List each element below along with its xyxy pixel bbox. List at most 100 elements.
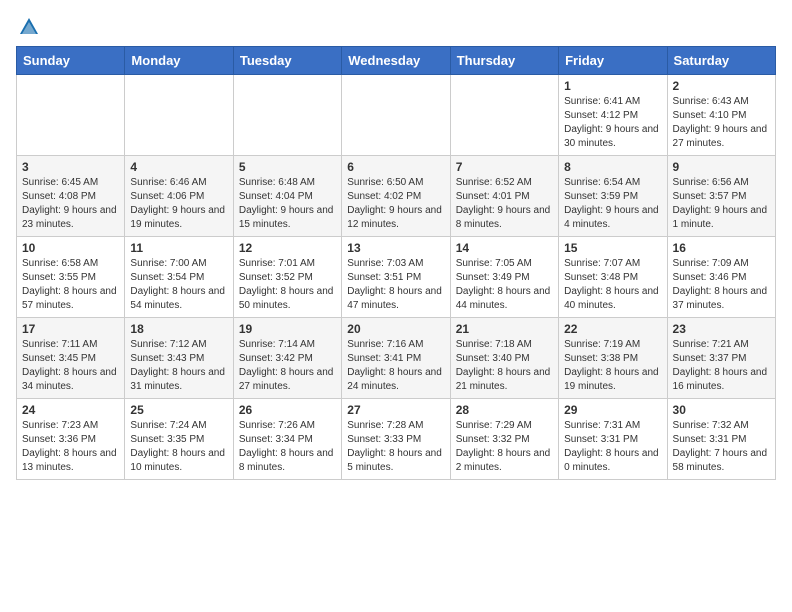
calendar-header-friday: Friday	[559, 47, 667, 75]
day-info: Sunrise: 6:43 AM Sunset: 4:10 PM Dayligh…	[673, 95, 770, 151]
calendar-week-row: 10 Sunrise: 6:58 AM Sunset: 3:55 PM Dayli…	[17, 237, 776, 318]
day-number: 27	[347, 403, 444, 417]
day-number: 24	[22, 403, 119, 417]
day-number: 6	[347, 160, 444, 174]
day-info: Sunrise: 7:11 AM Sunset: 3:45 PM Dayligh…	[22, 338, 119, 394]
calendar-cell: 25 Sunrise: 7:24 AM Sunset: 3:35 PM Dayli…	[125, 399, 233, 480]
day-info: Sunrise: 7:09 AM Sunset: 3:46 PM Dayligh…	[673, 257, 770, 313]
day-info: Sunrise: 6:41 AM Sunset: 4:12 PM Dayligh…	[564, 95, 661, 151]
day-info: Sunrise: 7:31 AM Sunset: 3:31 PM Dayligh…	[564, 419, 661, 475]
calendar-cell: 8 Sunrise: 6:54 AM Sunset: 3:59 PM Daylig…	[559, 156, 667, 237]
day-info: Sunrise: 7:24 AM Sunset: 3:35 PM Dayligh…	[130, 419, 227, 475]
calendar-cell: 30 Sunrise: 7:32 AM Sunset: 3:31 PM Dayli…	[667, 399, 775, 480]
day-number: 17	[22, 322, 119, 336]
calendar-cell: 24 Sunrise: 7:23 AM Sunset: 3:36 PM Dayli…	[17, 399, 125, 480]
day-number: 8	[564, 160, 661, 174]
header	[16, 16, 776, 38]
calendar-cell: 20Sunrise: 7:16 AM Sunset: 3:41 PM Dayli…	[342, 318, 450, 399]
calendar-cell: 2 Sunrise: 6:43 AM Sunset: 4:10 PM Daylig…	[667, 75, 775, 156]
calendar-cell: 5 Sunrise: 6:48 AM Sunset: 4:04 PM Daylig…	[233, 156, 341, 237]
calendar-cell: 19 Sunrise: 7:14 AM Sunset: 3:42 PM Dayli…	[233, 318, 341, 399]
day-info: Sunrise: 6:48 AM Sunset: 4:04 PM Dayligh…	[239, 176, 336, 232]
calendar-cell: 1 Sunrise: 6:41 AM Sunset: 4:12 PM Daylig…	[559, 75, 667, 156]
day-number: 22	[564, 322, 661, 336]
day-number: 19	[239, 322, 336, 336]
calendar-cell: 10 Sunrise: 6:58 AM Sunset: 3:55 PM Dayli…	[17, 237, 125, 318]
day-info: Sunrise: 6:56 AM Sunset: 3:57 PM Dayligh…	[673, 176, 770, 232]
calendar-cell: 13Sunrise: 7:03 AM Sunset: 3:51 PM Dayli…	[342, 237, 450, 318]
calendar-cell: 28Sunrise: 7:29 AM Sunset: 3:32 PM Dayli…	[450, 399, 558, 480]
day-info: Sunrise: 6:58 AM Sunset: 3:55 PM Dayligh…	[22, 257, 119, 313]
calendar-cell: 14 Sunrise: 7:05 AM Sunset: 3:49 PM Dayli…	[450, 237, 558, 318]
day-number: 14	[456, 241, 553, 255]
day-info: Sunrise: 6:52 AM Sunset: 4:01 PM Dayligh…	[456, 176, 553, 232]
day-info: Sunrise: 7:18 AM Sunset: 3:40 PM Dayligh…	[456, 338, 553, 394]
day-info: Sunrise: 7:00 AM Sunset: 3:54 PM Dayligh…	[130, 257, 227, 313]
calendar-cell: 29 Sunrise: 7:31 AM Sunset: 3:31 PM Dayli…	[559, 399, 667, 480]
calendar-cell: 18 Sunrise: 7:12 AM Sunset: 3:43 PM Dayli…	[125, 318, 233, 399]
calendar-header-saturday: Saturday	[667, 47, 775, 75]
logo-icon	[18, 16, 40, 38]
calendar-cell	[17, 75, 125, 156]
calendar-header-sunday: Sunday	[17, 47, 125, 75]
calendar-header-thursday: Thursday	[450, 47, 558, 75]
day-number: 30	[673, 403, 770, 417]
day-info: Sunrise: 6:45 AM Sunset: 4:08 PM Dayligh…	[22, 176, 119, 232]
day-number: 29	[564, 403, 661, 417]
calendar-cell: 22 Sunrise: 7:19 AM Sunset: 3:38 PM Dayli…	[559, 318, 667, 399]
calendar-cell: 26 Sunrise: 7:26 AM Sunset: 3:34 PM Dayli…	[233, 399, 341, 480]
day-info: Sunrise: 7:26 AM Sunset: 3:34 PM Dayligh…	[239, 419, 336, 475]
calendar-header-monday: Monday	[125, 47, 233, 75]
day-info: Sunrise: 7:05 AM Sunset: 3:49 PM Dayligh…	[456, 257, 553, 313]
day-info: Sunrise: 6:46 AM Sunset: 4:06 PM Dayligh…	[130, 176, 227, 232]
calendar-cell: 9 Sunrise: 6:56 AM Sunset: 3:57 PM Daylig…	[667, 156, 775, 237]
day-number: 25	[130, 403, 227, 417]
day-info: Sunrise: 6:54 AM Sunset: 3:59 PM Dayligh…	[564, 176, 661, 232]
calendar: SundayMondayTuesdayWednesdayThursdayFrid…	[16, 46, 776, 480]
calendar-cell: 27 Sunrise: 7:28 AM Sunset: 3:33 PM Dayli…	[342, 399, 450, 480]
day-info: Sunrise: 7:21 AM Sunset: 3:37 PM Dayligh…	[673, 338, 770, 394]
day-number: 1	[564, 79, 661, 93]
calendar-header-wednesday: Wednesday	[342, 47, 450, 75]
day-number: 7	[456, 160, 553, 174]
day-info: Sunrise: 7:32 AM Sunset: 3:31 PM Dayligh…	[673, 419, 770, 475]
day-info: Sunrise: 7:07 AM Sunset: 3:48 PM Dayligh…	[564, 257, 661, 313]
day-info: Sunrise: 6:50 AM Sunset: 4:02 PM Dayligh…	[347, 176, 444, 232]
day-number: 16	[673, 241, 770, 255]
calendar-cell: 16 Sunrise: 7:09 AM Sunset: 3:46 PM Dayli…	[667, 237, 775, 318]
day-info: Sunrise: 7:23 AM Sunset: 3:36 PM Dayligh…	[22, 419, 119, 475]
day-number: 18	[130, 322, 227, 336]
calendar-cell: 7 Sunrise: 6:52 AM Sunset: 4:01 PM Daylig…	[450, 156, 558, 237]
calendar-cell: 3 Sunrise: 6:45 AM Sunset: 4:08 PM Daylig…	[17, 156, 125, 237]
calendar-cell	[450, 75, 558, 156]
calendar-cell: 17 Sunrise: 7:11 AM Sunset: 3:45 PM Dayli…	[17, 318, 125, 399]
calendar-cell: 21 Sunrise: 7:18 AM Sunset: 3:40 PM Dayli…	[450, 318, 558, 399]
day-number: 21	[456, 322, 553, 336]
calendar-cell: 11 Sunrise: 7:00 AM Sunset: 3:54 PM Dayli…	[125, 237, 233, 318]
day-info: Sunrise: 7:12 AM Sunset: 3:43 PM Dayligh…	[130, 338, 227, 394]
calendar-cell: 4 Sunrise: 6:46 AM Sunset: 4:06 PM Daylig…	[125, 156, 233, 237]
calendar-week-row: 17 Sunrise: 7:11 AM Sunset: 3:45 PM Dayli…	[17, 318, 776, 399]
day-number: 4	[130, 160, 227, 174]
day-number: 28	[456, 403, 553, 417]
day-info: Sunrise: 7:03 AM Sunset: 3:51 PM Dayligh…	[347, 257, 444, 313]
day-number: 23	[673, 322, 770, 336]
day-number: 3	[22, 160, 119, 174]
calendar-week-row: 24 Sunrise: 7:23 AM Sunset: 3:36 PM Dayli…	[17, 399, 776, 480]
calendar-cell	[125, 75, 233, 156]
day-number: 9	[673, 160, 770, 174]
day-number: 5	[239, 160, 336, 174]
day-number: 10	[22, 241, 119, 255]
day-info: Sunrise: 7:19 AM Sunset: 3:38 PM Dayligh…	[564, 338, 661, 394]
day-info: Sunrise: 7:14 AM Sunset: 3:42 PM Dayligh…	[239, 338, 336, 394]
day-info: Sunrise: 7:28 AM Sunset: 3:33 PM Dayligh…	[347, 419, 444, 475]
day-number: 11	[130, 241, 227, 255]
day-number: 2	[673, 79, 770, 93]
calendar-cell: 6 Sunrise: 6:50 AM Sunset: 4:02 PM Daylig…	[342, 156, 450, 237]
calendar-header-tuesday: Tuesday	[233, 47, 341, 75]
day-number: 20	[347, 322, 444, 336]
calendar-week-row: 3 Sunrise: 6:45 AM Sunset: 4:08 PM Daylig…	[17, 156, 776, 237]
day-number: 26	[239, 403, 336, 417]
calendar-cell: 23 Sunrise: 7:21 AM Sunset: 3:37 PM Dayli…	[667, 318, 775, 399]
day-info: Sunrise: 7:01 AM Sunset: 3:52 PM Dayligh…	[239, 257, 336, 313]
